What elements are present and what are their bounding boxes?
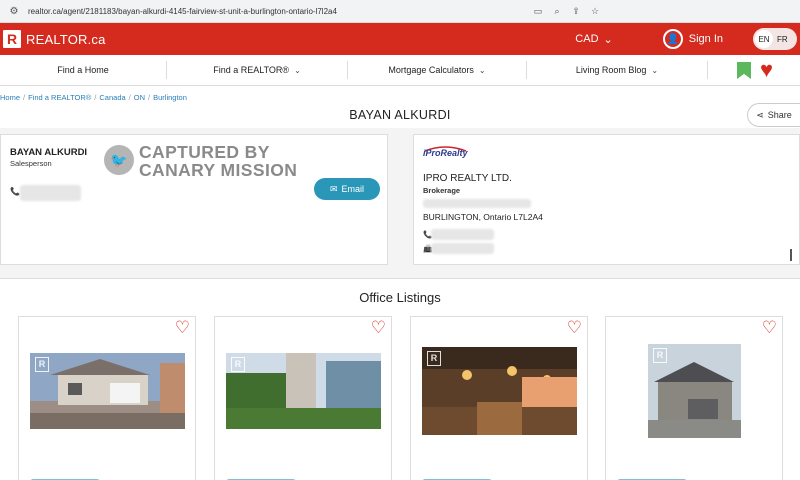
realtor-watermark-icon: R [427,351,441,366]
office-listings-section: Office Listings ♡ R ♡ R ♡ R ♡ R [0,278,800,480]
lang-en-option[interactable]: EN [755,30,773,48]
saved-searches-bookmark-icon[interactable] [737,62,751,79]
share-label: Share [767,110,792,120]
currency-select[interactable]: CAD ⌄ [575,33,612,46]
zoom-icon[interactable]: ⌕ [552,6,562,16]
nav-label: Living Room Blog [575,65,647,75]
listing-photo[interactable]: R [648,344,741,438]
favourite-heart-icon[interactable]: ♡ [175,319,190,337]
ipro-logo-text: iProRealty [423,148,468,158]
realtor-watermark-icon: R [231,357,245,372]
redacted-fax [431,243,494,254]
nav-label: Mortgage Calculators [388,65,474,75]
favourite-heart-icon[interactable]: ♡ [371,319,386,337]
favourites-heart-icon[interactable]: ♥ [760,58,773,82]
section-title: Office Listings [359,290,441,305]
brokerage-card: iProRealty IPRO REALTY LTD. Brokerage BU… [413,134,800,265]
brokerage-name[interactable]: IPRO REALTY LTD. [423,173,512,184]
stamp-line-1: CAPTURED BY [139,142,270,162]
bookmark-star-icon[interactable]: ☆ [590,6,600,16]
stamp-line-2: CANARY MISSION [139,160,298,180]
browser-url-bar[interactable]: ⚙ realtor.ca/agent/2181183/bayan-alkurdi… [0,0,800,23]
nav-label: Find a Home [57,65,109,75]
nav-label: Find a REALTOR® [213,65,290,75]
breadcrumb-separator: / [23,93,26,102]
breadcrumb: Home / Find a REALTOR® / Canada / ON / B… [0,93,187,102]
email-label: Email [341,184,365,194]
breadcrumb-canada[interactable]: Canada [99,93,125,102]
url-text[interactable]: realtor.ca/agent/2181183/bayan-alkurdi-4… [28,7,533,16]
email-button[interactable]: ✉ Email [314,178,380,200]
lang-fr-option[interactable]: FR [777,35,788,44]
favourite-heart-icon[interactable]: ♡ [567,319,582,337]
listing-photo[interactable]: R [422,347,577,435]
realtor-logo-icon[interactable]: R [3,30,21,48]
phone-icon: 📞 [10,187,20,196]
breadcrumb-separator: / [94,93,97,102]
breadcrumb-find-realtor[interactable]: Find a REALTOR® [28,93,91,102]
canary-mission-stamp: CAPTURED BY CANARY MISSION [139,143,297,179]
listing-card[interactable]: ♡ R [410,316,588,480]
chevron-down-icon: ⌄ [651,65,659,75]
page-title: BAYAN ALKURDI [349,108,451,122]
site-header: R REALTOR.ca CAD ⌄ 👤 Sign In EN FR [0,23,800,55]
nav-divider [707,61,708,79]
favourite-heart-icon[interactable]: ♡ [762,319,777,337]
redacted-street [423,199,531,208]
install-app-icon[interactable]: ▭ [533,6,543,16]
sign-in-link[interactable]: Sign In [689,33,723,45]
redacted-phone [431,229,494,240]
currency-label: CAD [575,33,599,45]
chevron-down-icon: ⌄ [478,65,486,75]
listing-photo[interactable]: R [30,353,185,429]
nav-mortgage-calculators[interactable]: Mortgage Calculators ⌄ [348,61,526,79]
listing-card[interactable]: ♡ R [18,316,196,480]
canary-bird-icon: 🐦 [104,145,134,175]
breadcrumb-burlington[interactable]: Burlington [153,93,187,102]
listing-photo[interactable]: R [226,353,381,429]
scrollbar-thumb[interactable] [790,249,792,261]
breadcrumb-separator: / [128,93,131,102]
breadcrumb-home[interactable]: Home [0,93,20,102]
nav-find-realtor[interactable]: Find a REALTOR® ⌄ [167,61,347,79]
share-page-icon[interactable]: ⇪ [571,6,581,16]
envelope-icon: ✉ [329,183,338,194]
logo-text[interactable]: REALTOR.ca [26,32,106,47]
realtor-watermark-icon: R [653,348,667,363]
nav-living-room-blog[interactable]: Living Room Blog ⌄ [527,61,707,79]
listing-card[interactable]: ♡ R [605,316,783,480]
chevron-down-icon: ⌄ [294,65,301,75]
agent-name: BAYAN ALKURDI [10,147,88,158]
brokerage-address: BURLINGTON, Ontario L7L2A4 [423,212,543,222]
brokerage-role: Brokerage [423,186,461,195]
agent-card: BAYAN ALKURDI Salesperson 📞 🐦 CAPTURED B… [0,134,388,265]
share-icon: ⋖ [756,109,764,120]
user-icon[interactable]: 👤 [662,29,683,49]
breadcrumb-on[interactable]: ON [134,93,145,102]
redacted-phone [20,185,81,201]
main-nav: Find a Home Find a REALTOR® ⌄ Mortgage C… [0,55,800,86]
share-button[interactable]: ⋖ Share [747,103,800,127]
breadcrumb-separator: / [148,93,151,102]
chevron-down-icon: ⌄ [603,33,613,46]
listing-card[interactable]: ♡ R [214,316,392,480]
agent-role: Salesperson [10,159,52,168]
site-info-icon[interactable]: ⚙ [8,5,20,17]
language-toggle[interactable]: EN FR [753,28,797,50]
nav-find-home[interactable]: Find a Home [0,61,166,79]
realtor-watermark-icon: R [35,357,49,372]
